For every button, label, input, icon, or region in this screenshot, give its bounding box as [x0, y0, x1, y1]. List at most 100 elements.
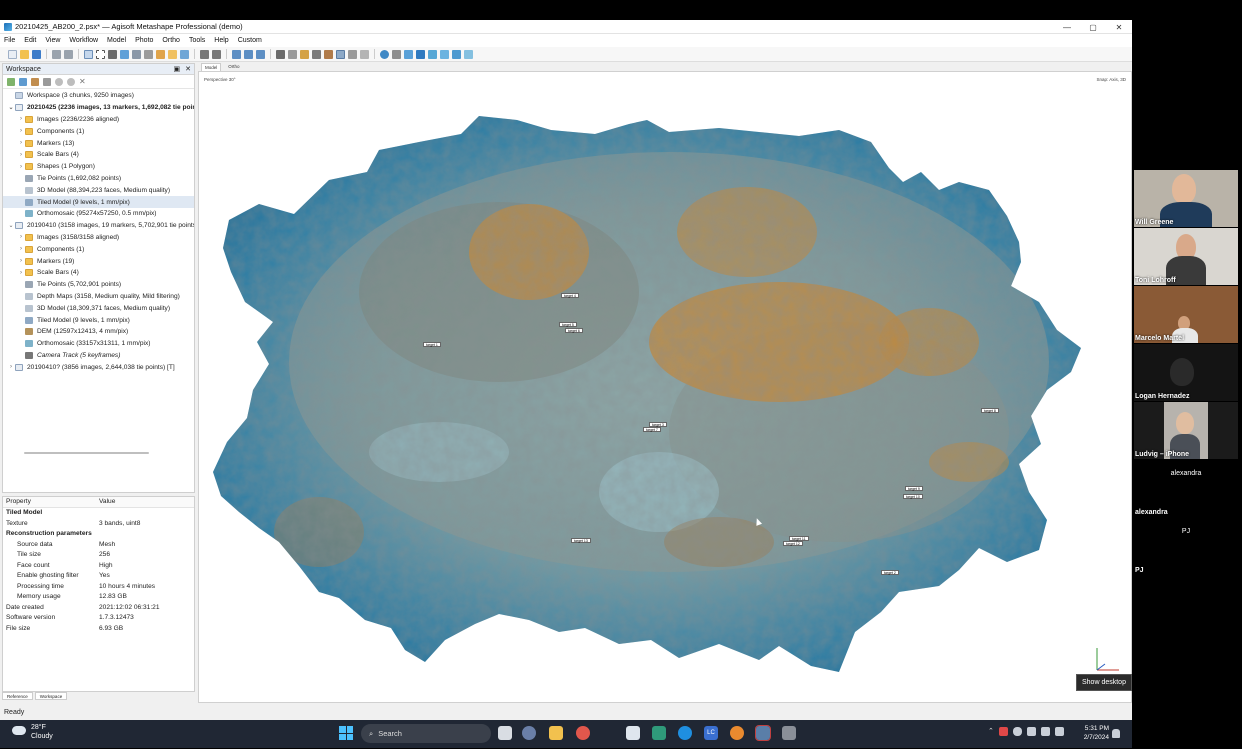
region-icon[interactable]: [440, 49, 449, 59]
chevron-up-icon[interactable]: ⌃: [988, 727, 994, 736]
float-panel-icon[interactable]: ▣: [174, 65, 181, 73]
expand-chevron-icon[interactable]: ›: [17, 258, 25, 264]
taskbar-search[interactable]: ⌕ Search: [361, 724, 491, 743]
zoom-out-icon[interactable]: [244, 49, 253, 59]
menu-custom[interactable]: Custom: [238, 37, 262, 44]
save-icon[interactable]: [32, 49, 41, 59]
shape-icon[interactable]: [180, 49, 189, 59]
workspace-tree-item[interactable]: Workspace (3 chunks, 9250 images): [3, 90, 194, 102]
menu-view[interactable]: View: [45, 37, 60, 44]
target-marker[interactable]: target 4: [561, 293, 579, 298]
menu-photo[interactable]: Photo: [135, 37, 153, 44]
participant-name-tile[interactable]: PJ PJ: [1134, 518, 1238, 575]
target-marker[interactable]: target 9: [905, 486, 923, 491]
metashape-taskbar-icon[interactable]: [652, 726, 666, 740]
expand-chevron-icon[interactable]: ›: [17, 128, 25, 134]
menu-tools[interactable]: Tools: [189, 37, 205, 44]
merge-chunks-icon[interactable]: [43, 77, 51, 86]
participant-video-tile[interactable]: Marcelo Martel: [1134, 286, 1238, 343]
expand-chevron-icon[interactable]: ›: [17, 270, 25, 276]
add-folder-icon[interactable]: [31, 77, 39, 86]
crop-icon[interactable]: [212, 49, 221, 59]
shapes-icon[interactable]: [428, 49, 437, 59]
textured-model-icon[interactable]: [324, 49, 333, 59]
expand-chevron-icon[interactable]: ⌄: [7, 104, 15, 111]
add-photos-icon[interactable]: [19, 77, 27, 86]
property-row[interactable]: Source data Mesh: [3, 539, 194, 550]
rotate-icon[interactable]: [120, 49, 129, 59]
dem-icon[interactable]: [348, 49, 357, 59]
property-row[interactable]: Memory usage 12.83 GB: [3, 592, 194, 603]
markers-icon[interactable]: [404, 49, 413, 59]
terminal-icon[interactable]: [782, 726, 796, 740]
model-view[interactable]: Perspective 30° Snap: Axis, 3D target 4 …: [198, 71, 1132, 703]
expand-chevron-icon[interactable]: ›: [17, 152, 25, 158]
target-marker[interactable]: target 5: [559, 322, 577, 327]
target-marker[interactable]: target 2: [881, 570, 899, 575]
app-window-icon[interactable]: [626, 726, 640, 740]
target-marker[interactable]: target 8: [981, 408, 999, 413]
menu-file[interactable]: File: [4, 37, 15, 44]
target-marker[interactable]: target 6: [565, 328, 583, 333]
workspace-tree-item[interactable]: › Images (2236/2236 aligned): [3, 114, 194, 126]
property-row[interactable]: Date created 2021:12:02 06:31:21: [3, 602, 194, 613]
edge-icon[interactable]: [678, 726, 692, 740]
grid-icon[interactable]: [276, 49, 285, 59]
weather-widget[interactable]: 28°F Cloudy: [12, 723, 53, 741]
ortho-icon[interactable]: [360, 49, 369, 59]
workspace-tree-item[interactable]: Tiled Model (9 levels, 1 mm/pix): [3, 314, 194, 326]
trackball-icon[interactable]: [452, 49, 461, 59]
move-icon[interactable]: [132, 49, 141, 59]
workspace-horizontal-scrollbar[interactable]: [24, 452, 149, 454]
new-icon[interactable]: [8, 49, 17, 59]
reset-view-icon[interactable]: [256, 49, 265, 59]
participant-video-tile[interactable]: Ludvig – iPhone: [1134, 402, 1238, 459]
tray-app-icon[interactable]: [998, 727, 1008, 736]
rectangle-select-icon[interactable]: [96, 49, 105, 59]
wifi-icon[interactable]: [1040, 727, 1050, 736]
workspace-tree-item[interactable]: Depth Maps (3158, Medium quality, Mild f…: [3, 291, 194, 303]
expand-chevron-icon[interactable]: ›: [17, 234, 25, 240]
animation-icon[interactable]: [464, 49, 473, 59]
menu-model[interactable]: Model: [107, 37, 126, 44]
target-marker[interactable]: target 10: [903, 494, 923, 499]
undo-icon[interactable]: [52, 49, 61, 59]
workspace-tree-item[interactable]: › Images (3158/3158 aligned): [3, 232, 194, 244]
target-marker[interactable]: target 7: [643, 427, 661, 432]
workspace-tree-item[interactable]: › 20190410? (3856 images, 2,644,038 tie p…: [3, 361, 194, 373]
participant-video-tile[interactable]: Logan Hernadez: [1134, 344, 1238, 401]
workspace-tree-item[interactable]: › Components (1): [3, 243, 194, 255]
camera-icon[interactable]: [392, 49, 401, 59]
points-icon[interactable]: [288, 49, 297, 59]
workspace-tree-item[interactable]: › Markers (13): [3, 137, 194, 149]
participant-video-tile[interactable]: Will Greene: [1134, 170, 1238, 227]
close-panel-icon[interactable]: ✕: [185, 65, 191, 73]
volume-icon[interactable]: [1054, 727, 1064, 736]
chat-icon[interactable]: [522, 726, 536, 740]
expand-chevron-icon[interactable]: ›: [17, 116, 25, 122]
property-row[interactable]: Software version 1.7.3.12473: [3, 613, 194, 624]
expand-chevron-icon[interactable]: ›: [17, 164, 25, 170]
tab-workspace[interactable]: Workspace: [34, 692, 68, 700]
property-row[interactable]: File size 6.93 GB: [3, 623, 194, 634]
select-dropdown-icon[interactable]: [108, 49, 117, 59]
workspace-tree-item[interactable]: Orthomosaic (95274x57250, 0.5 mm/pix): [3, 208, 194, 220]
scale-bar-icon[interactable]: [416, 49, 425, 59]
monitor-icon[interactable]: [1026, 727, 1036, 736]
workspace-tree-item[interactable]: › Shapes (1 Polygon): [3, 161, 194, 173]
workspace-tree-item[interactable]: DEM (12597x12413, 4 mm/pix): [3, 326, 194, 338]
property-row[interactable]: Tile size 256: [3, 550, 194, 561]
menu-ortho[interactable]: Ortho: [162, 37, 180, 44]
maximize-button[interactable]: ▢: [1080, 20, 1106, 34]
onedrive-icon[interactable]: [1012, 727, 1022, 736]
target-marker[interactable]: target 1: [423, 342, 441, 347]
tiled-model-icon[interactable]: [336, 49, 345, 59]
redo-icon[interactable]: [64, 49, 73, 59]
tab-model[interactable]: Model: [201, 63, 222, 71]
lr-app-icon[interactable]: LC: [704, 726, 718, 740]
remove-item-icon[interactable]: ✕: [79, 77, 86, 86]
close-button[interactable]: ✕: [1106, 20, 1132, 34]
workspace-tree-item[interactable]: ⌄ 20210425 (2236 images, 13 markers, 1,69…: [3, 102, 194, 114]
navigation-icon[interactable]: [84, 49, 93, 59]
pencil-icon[interactable]: [168, 49, 177, 59]
